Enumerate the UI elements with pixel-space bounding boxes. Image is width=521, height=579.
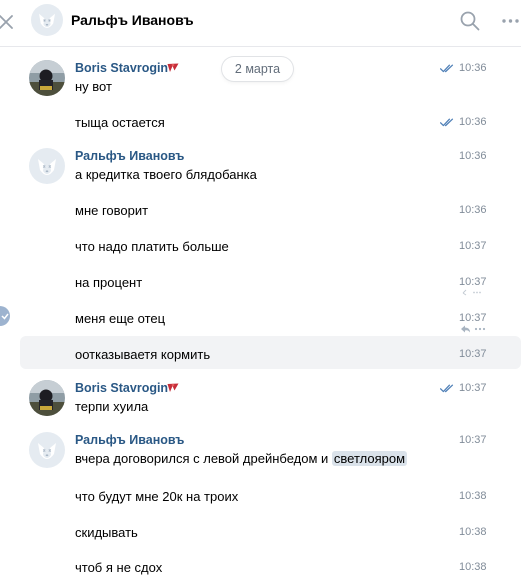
message-text: меня еще отец [75,311,166,326]
message-row[interactable]: мне говорит 10:36 [0,202,521,222]
checkmark-icon[interactable] [0,306,10,326]
message-text-part: вчера договорился с левой дрейнбедом и [75,451,332,466]
message-text: на процент [75,275,143,290]
message-text: терпи хуила [75,399,149,414]
message-row[interactable]: что будут мне 20к на троих 10:38 [0,488,521,508]
message-row[interactable]: ну вот [0,78,521,98]
message-row[interactable]: скидывать 10:38 [0,524,521,544]
message-time: 10:37 [459,348,487,360]
message-time: 10:37 [459,434,487,446]
message-text: ну вот [75,79,112,94]
search-icon[interactable] [458,9,482,33]
double-check-icon [440,384,455,393]
message-text: а кредитка твоего блядобанка [75,167,257,182]
message-text: мне говорит [75,203,149,218]
reply-icon[interactable] [459,324,487,334]
sender-name[interactable]: Ральфъ Ивановъ [75,148,184,165]
sender-name[interactable]: Ральфъ Ивановъ [75,432,184,449]
message-row[interactable]: оотказываетя кормить 10:37 [0,346,521,366]
message-row[interactable]: а кредитка твоего блядобанка [0,166,521,186]
message-row[interactable]: вчера договорился с левой дрейнбедом и с… [0,450,521,470]
message-text: вчера договорился с левой дрейнбедом и с… [75,450,408,467]
selected-text[interactable]: светлояром [331,451,408,466]
double-check-icon [440,64,455,73]
message-time: 10:36 [459,116,487,128]
message-text: скидывать [75,525,138,540]
message-text: что будут мне 20к на троих [75,489,239,504]
message-time: 10:38 [459,561,487,573]
red-badge-icon [166,382,180,394]
message-text: оотказываетя кормить [75,347,211,362]
message-row[interactable]: тыща остается 10:36 [0,114,521,134]
message-group[interactable]: Ральфъ Ивановъ 10:37 [0,432,521,452]
message-row[interactable]: чтоб я не сдох 10:38 [0,559,521,579]
reply-icon[interactable] [461,288,483,296]
message-group[interactable]: Boris Stavrogin 10:37 [0,380,521,400]
close-icon[interactable] [0,10,18,32]
more-dots-icon[interactable] [500,9,521,33]
sender-name[interactable]: Boris Stavrogin [75,60,168,77]
double-check-icon [440,118,455,127]
message-text: тыща остается [75,115,165,130]
sender-name[interactable]: Boris Stavrogin [75,380,168,397]
message-time: 10:36 [459,204,487,216]
message-time: 10:37 [459,240,487,252]
message-row[interactable]: на процент 10:37 [0,274,521,294]
chat-title[interactable]: Ральфъ Ивановъ [71,12,194,28]
message-text: что надо платить больше [75,239,229,254]
message-time: 10:36 [459,62,487,74]
message-time: 10:36 [459,150,487,162]
message-time: 10:38 [459,526,487,538]
message-time: 10:38 [459,490,487,502]
message-group[interactable]: Ральфъ Ивановъ 10:36 [0,148,521,168]
message-row[interactable]: терпи хуила [0,398,521,418]
avatar[interactable] [31,4,63,36]
message-text: чтоб я не сдох [75,560,163,575]
date-badge: 2 марта [222,57,293,81]
message-row[interactable]: меня еще отец 10:37 [0,310,521,330]
message-row[interactable]: что надо платить больше 10:37 [0,238,521,258]
chat-header: Ральфъ Ивановъ [0,0,521,47]
red-badge-icon [166,62,180,74]
message-time: 10:37 [459,382,487,394]
